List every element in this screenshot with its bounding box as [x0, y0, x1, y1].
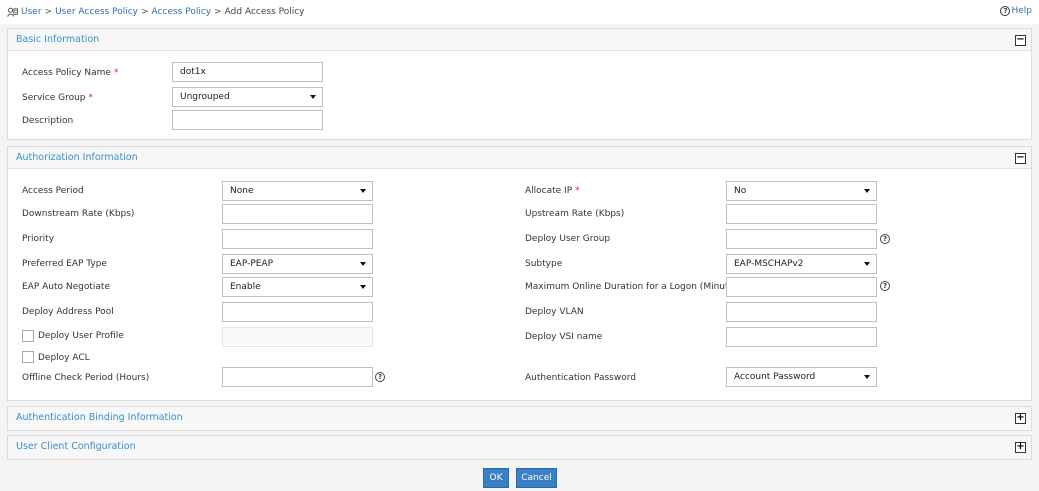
priority-label: Priority	[22, 234, 55, 244]
question-icon[interactable]: ?	[880, 281, 890, 291]
breadcrumb-separator: >	[214, 7, 222, 17]
access-period-value: None	[230, 186, 254, 196]
offline-check-period-label: Offline Check Period (Hours)	[22, 373, 150, 383]
downstream-rate-input[interactable]	[222, 204, 373, 224]
chevron-down-icon	[864, 189, 870, 193]
service-group-value: Ungrouped	[180, 92, 230, 102]
deploy-acl-checkbox[interactable]	[22, 351, 34, 363]
expand-icon[interactable]: +	[1015, 413, 1026, 424]
breadcrumb-separator: >	[141, 7, 149, 17]
required-marker: *	[575, 186, 580, 196]
authorization-information-panel: Authorization Information − Access Perio…	[7, 146, 1032, 401]
deploy-user-group-input[interactable]	[726, 229, 877, 249]
preferred-eap-type-value: EAP-PEAP	[230, 259, 274, 269]
service-group-select[interactable]: Ungrouped	[172, 87, 323, 107]
deploy-user-group-label: Deploy User Group	[525, 234, 611, 244]
max-online-duration-input[interactable]	[726, 277, 877, 297]
chevron-down-icon	[864, 375, 870, 379]
upstream-rate-label: Upstream Rate (Kbps)	[525, 209, 625, 219]
priority-input[interactable]	[222, 229, 373, 249]
authentication-binding-panel: Authentication Binding Information +	[7, 406, 1032, 431]
service-group-label: Service Group *	[22, 93, 93, 103]
subtype-value: EAP-MSCHAPv2	[734, 259, 804, 269]
required-marker: *	[113, 68, 119, 78]
max-online-duration-label: Maximum Online Duration for a Logon (Min…	[525, 282, 743, 292]
expand-icon[interactable]: +	[1015, 442, 1026, 453]
allocate-ip-text: Allocate IP	[525, 186, 573, 196]
help-label: Help	[1011, 6, 1032, 16]
deploy-address-pool-label: Deploy Address Pool	[22, 307, 114, 317]
breadcrumb-separator: >	[44, 7, 53, 17]
collapse-icon[interactable]: −	[1015, 35, 1026, 46]
allocate-ip-label: Allocate IP *	[525, 186, 580, 196]
chevron-down-icon	[864, 262, 870, 266]
preferred-eap-type-label: Preferred EAP Type	[22, 259, 107, 269]
user-client-configuration-panel: User Client Configuration +	[7, 435, 1032, 460]
downstream-rate-label: Downstream Rate (Kbps)	[22, 209, 135, 219]
authentication-binding-header[interactable]: Authentication Binding Information +	[8, 407, 1031, 430]
chevron-down-icon	[310, 95, 316, 99]
deploy-acl-label: Deploy ACL	[38, 353, 90, 363]
basic-information-title: Basic Information	[16, 34, 100, 45]
chevron-down-icon	[360, 189, 366, 193]
offline-check-period-input[interactable]	[222, 367, 373, 387]
authorization-information-header[interactable]: Authorization Information −	[8, 147, 1031, 169]
allocate-ip-value: No	[734, 186, 747, 196]
eap-auto-negotiate-select[interactable]: Enable	[222, 277, 373, 297]
allocate-ip-select[interactable]: No	[726, 181, 877, 201]
deploy-vsi-name-input[interactable]	[726, 327, 877, 347]
breadcrumb-user[interactable]: User	[21, 7, 42, 17]
subtype-label: Subtype	[525, 259, 563, 269]
access-policy-name-input[interactable]: dot1x	[172, 62, 323, 82]
breadcrumb-current: Add Access Policy	[224, 7, 305, 17]
deploy-vlan-label: Deploy VLAN	[525, 307, 584, 317]
cancel-button[interactable]: Cancel	[516, 468, 557, 488]
eap-auto-negotiate-value: Enable	[230, 282, 261, 292]
required-marker: *	[88, 93, 94, 103]
deploy-user-profile-checkbox[interactable]	[22, 330, 34, 342]
ok-button[interactable]: OK	[483, 468, 509, 488]
service-group-text: Service Group	[22, 93, 86, 103]
upstream-rate-input[interactable]	[726, 204, 877, 224]
chevron-down-icon	[360, 262, 366, 266]
description-label: Description	[22, 116, 74, 126]
access-period-select[interactable]: None	[222, 181, 373, 201]
top-bar: User > User Access Policy > Access Polic…	[0, 0, 1039, 24]
user-client-configuration-header[interactable]: User Client Configuration +	[8, 436, 1031, 459]
authentication-password-value: Account Password	[734, 372, 816, 382]
access-policy-name-text: Access Policy Name	[22, 68, 111, 78]
breadcrumb-access-policy[interactable]: Access Policy	[152, 7, 212, 17]
breadcrumb-user-access-policy[interactable]: User Access Policy	[55, 7, 138, 17]
basic-information-panel: Basic Information − Access Policy Name * …	[7, 28, 1032, 140]
help-icon: ?	[1000, 6, 1011, 16]
access-period-label: Access Period	[22, 186, 84, 196]
deploy-vlan-input[interactable]	[726, 302, 877, 322]
question-icon[interactable]: ?	[375, 372, 385, 382]
authentication-password-label: Authentication Password	[525, 373, 636, 383]
access-policy-name-label: Access Policy Name *	[22, 68, 118, 78]
deploy-user-profile-label: Deploy User Profile	[38, 331, 124, 341]
deploy-user-profile-input	[222, 327, 373, 347]
collapse-icon[interactable]: −	[1015, 153, 1026, 164]
authentication-password-select[interactable]: Account Password	[726, 367, 877, 387]
chevron-down-icon	[360, 285, 366, 289]
question-icon[interactable]: ?	[880, 234, 890, 244]
user-client-configuration-title: User Client Configuration	[16, 441, 136, 452]
authorization-information-title: Authorization Information	[16, 152, 138, 163]
help-link[interactable]: ? Help	[1000, 6, 1032, 16]
eap-auto-negotiate-label: EAP Auto Negotiate	[22, 282, 110, 292]
description-input[interactable]	[172, 110, 323, 130]
deploy-vsi-name-label: Deploy VSI name	[525, 332, 603, 342]
user-icon	[7, 7, 18, 17]
preferred-eap-type-select[interactable]: EAP-PEAP	[222, 254, 373, 274]
deploy-address-pool-input[interactable]	[222, 302, 373, 322]
authentication-binding-title: Authentication Binding Information	[16, 412, 183, 423]
basic-information-header[interactable]: Basic Information −	[8, 29, 1031, 51]
subtype-select[interactable]: EAP-MSCHAPv2	[726, 254, 877, 274]
